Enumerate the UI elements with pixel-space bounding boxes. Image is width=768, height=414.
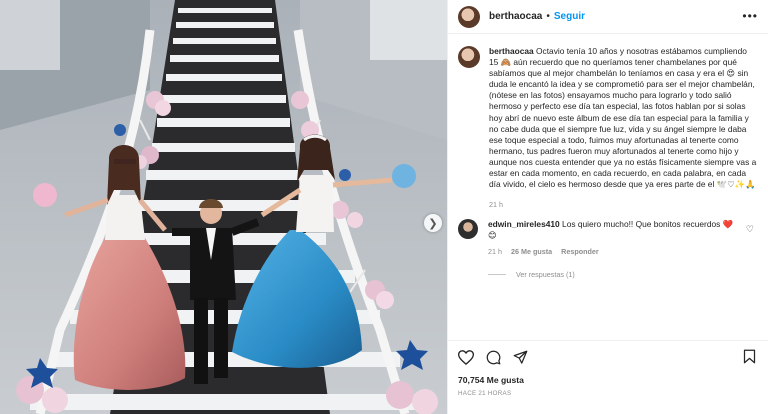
bookmark-icon[interactable] [743,349,756,364]
caption-body: Octavio tenía 10 años y nosotras estábam… [489,46,757,190]
staircase-photo-illustration [0,0,447,414]
comment-icon[interactable] [486,350,501,365]
comment-like-heart-icon[interactable]: ♡ [746,224,754,235]
heart-icon[interactable] [458,349,474,365]
chevron-right-icon: ❯ [428,217,438,230]
comment-item: edwin_mireles410 Los quiero mucho!! Que … [458,219,756,256]
likes-count[interactable]: 70,754 Me gusta [458,375,758,385]
caption-avatar[interactable] [458,46,480,68]
post-sidebar: berthaocaa • Seguir ••• berthaocaa Octav… [447,0,768,414]
comment-likes[interactable]: 26 Me gusta [511,247,552,256]
author-avatar[interactable] [458,5,480,28]
comment-meta: 21 h 26 Me gusta Responder [488,247,738,256]
more-options-icon[interactable]: ••• [742,9,758,23]
post-header: berthaocaa • Seguir ••• [448,0,768,34]
caption-text-block: berthaocaa Octavio tenía 10 años y nosot… [489,46,757,190]
post-actions: 70,754 Me gusta HACE 21 HORAS [448,340,768,414]
follow-button[interactable]: Seguir [554,11,585,22]
post-photo[interactable]: ❯ [0,0,447,414]
comments-scroll-area[interactable]: berthaocaa Octavio tenía 10 años y nosot… [448,34,768,340]
instagram-post: ❯ berthaocaa • Seguir ••• berthaocaa Oct… [0,0,768,414]
caption-username[interactable]: berthaocaa [489,46,534,56]
commenter-username[interactable]: edwin_mireles410 [488,219,560,229]
reply-button[interactable]: Responder [561,247,599,256]
action-icons [458,349,758,365]
replies-divider [488,274,506,276]
commenter-avatar[interactable] [458,219,478,240]
author-username[interactable]: berthaocaa [489,11,542,22]
post-timestamp: HACE 21 HORAS [458,390,512,397]
comment-time: 21 h [488,247,502,257]
caption-time: 21 h [489,200,503,210]
share-icon[interactable] [513,350,528,365]
view-replies-button[interactable]: Ver respuestas (1) [488,270,756,279]
comment-text-block: edwin_mireles410 Los quiero mucho!! Que … [488,219,738,241]
separator-dot: • [546,11,550,22]
view-replies-label: Ver respuestas (1) [516,270,575,280]
next-photo-button[interactable]: ❯ [424,214,442,232]
caption: berthaocaa Octavio tenía 10 años y nosot… [458,46,756,209]
